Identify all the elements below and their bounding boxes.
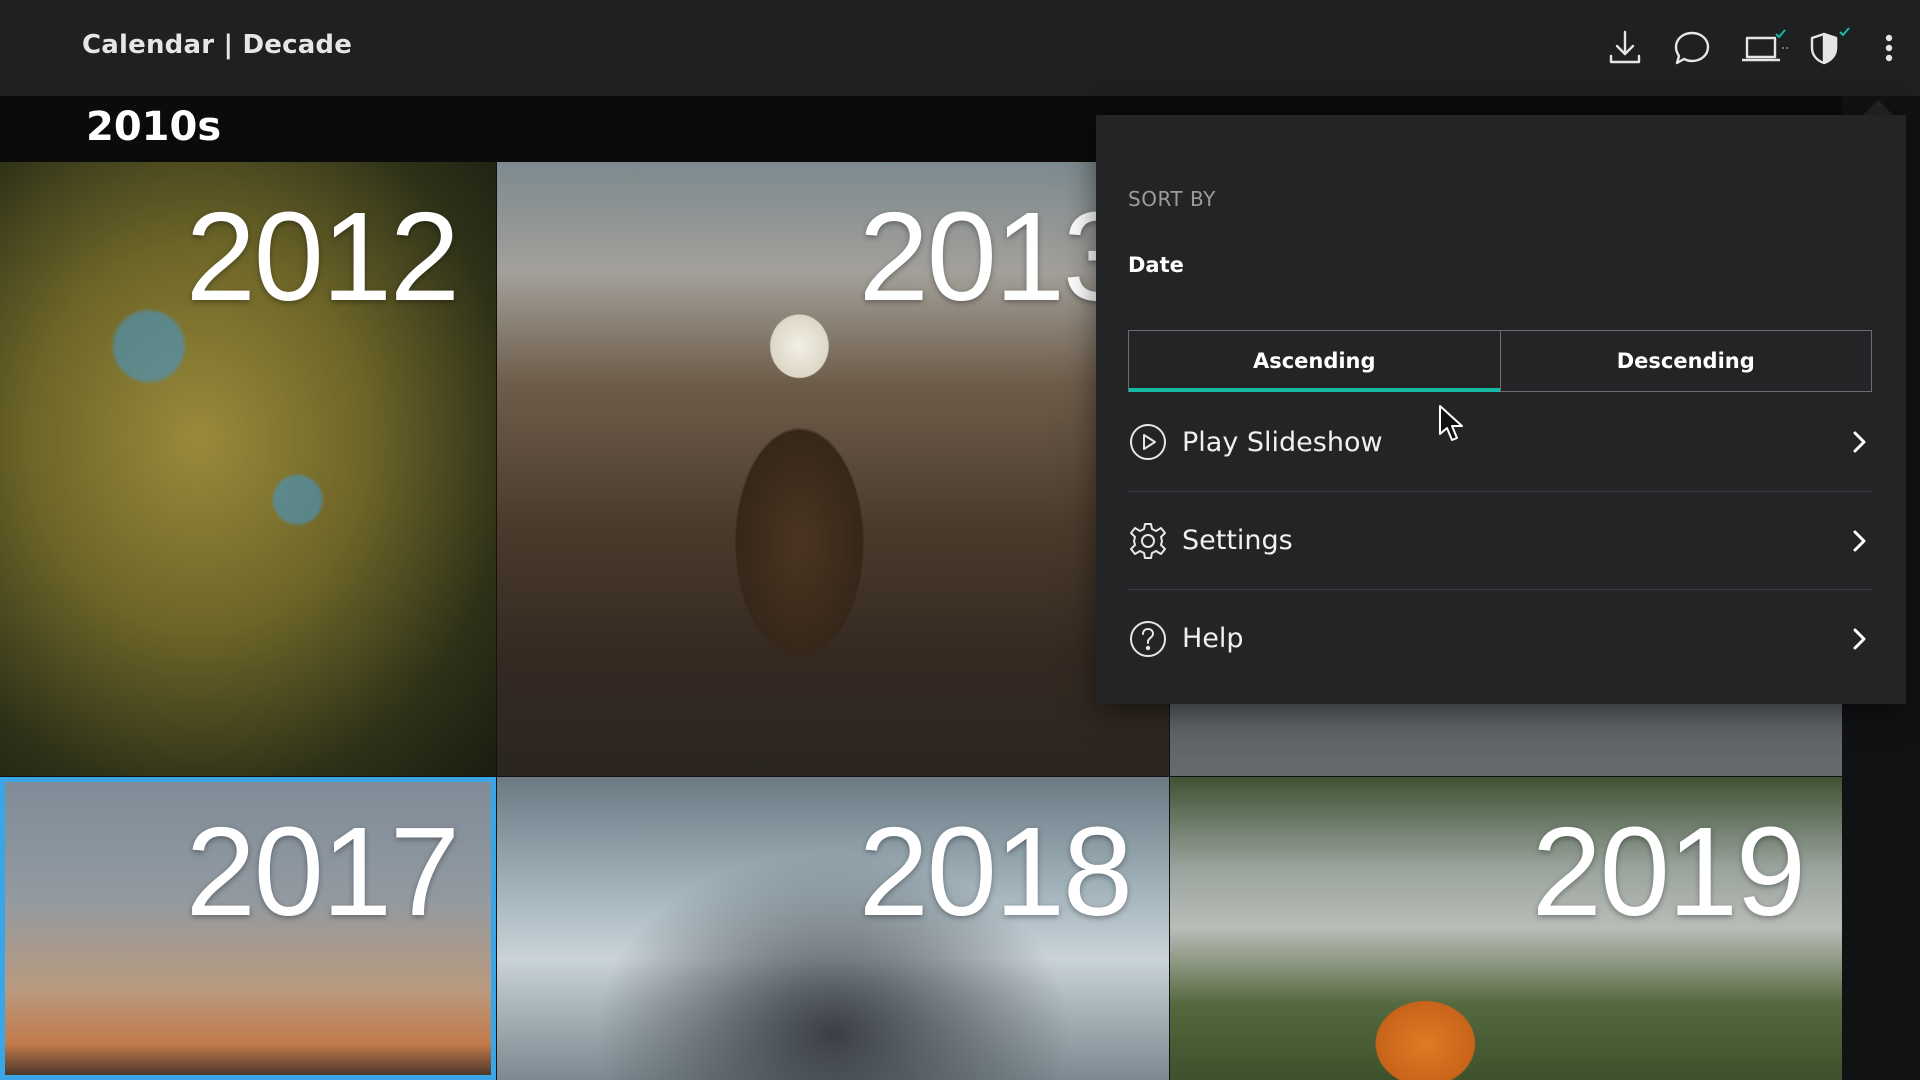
year-label: 2019 bbox=[1531, 801, 1806, 942]
sort-order-toggle: Ascending Descending bbox=[1128, 330, 1872, 392]
download-icon[interactable] bbox=[1603, 26, 1647, 70]
decade-title: 2010s bbox=[86, 104, 222, 150]
help-circle-icon bbox=[1128, 619, 1168, 659]
menu-item-label: Settings bbox=[1182, 525, 1293, 556]
shield-check-icon[interactable] bbox=[1804, 26, 1854, 70]
year-label: 2013 bbox=[858, 186, 1133, 327]
year-tile-2019[interactable]: 2019 bbox=[1170, 777, 1842, 1080]
ascending-button[interactable]: Ascending bbox=[1129, 331, 1500, 392]
chevron-right-icon bbox=[1846, 626, 1872, 652]
app-title: Calendar | Decade bbox=[82, 30, 353, 60]
sort-field: Date bbox=[1128, 253, 1184, 277]
sort-heading: SORT BY bbox=[1128, 187, 1216, 211]
year-tile-2013[interactable]: 2013 bbox=[497, 162, 1169, 776]
menu-item-label: Help bbox=[1182, 623, 1244, 654]
descending-button[interactable]: Descending bbox=[1499, 331, 1872, 391]
chevron-right-icon bbox=[1846, 528, 1872, 554]
menu-item-help[interactable]: Help bbox=[1128, 589, 1872, 687]
gear-icon bbox=[1128, 521, 1168, 561]
year-label: 2018 bbox=[858, 801, 1133, 942]
mouse-cursor-icon bbox=[1438, 404, 1466, 444]
year-tile-2018[interactable]: 2018 bbox=[497, 777, 1169, 1080]
more-vertical-icon[interactable] bbox=[1874, 26, 1904, 70]
year-tile-2012[interactable]: 2012 bbox=[0, 162, 496, 776]
laptop-check-icon[interactable] bbox=[1738, 26, 1790, 70]
chevron-right-icon bbox=[1846, 429, 1872, 455]
menu-item-play-slideshow[interactable]: Play Slideshow bbox=[1128, 393, 1872, 491]
year-label: 2012 bbox=[185, 186, 460, 327]
menu-item-label: Play Slideshow bbox=[1182, 426, 1383, 458]
year-tile-2017[interactable]: 2017 bbox=[0, 777, 496, 1080]
menu-pointer bbox=[1862, 100, 1894, 116]
chat-icon[interactable] bbox=[1670, 26, 1714, 70]
top-bar: Calendar | Decade bbox=[0, 0, 1920, 96]
play-circle-icon bbox=[1128, 422, 1168, 462]
options-menu: SORT BY Date Ascending Descending Play S… bbox=[1096, 115, 1906, 704]
year-label: 2017 bbox=[185, 801, 460, 942]
menu-item-settings[interactable]: Settings bbox=[1128, 491, 1872, 589]
